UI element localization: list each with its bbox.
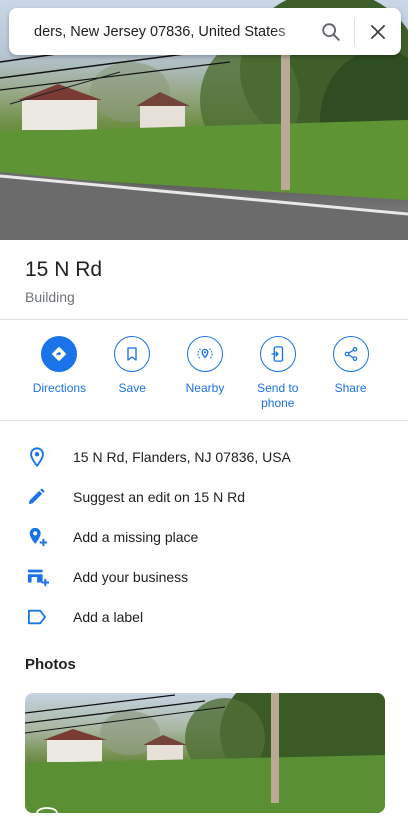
save-label: Save	[118, 381, 146, 395]
add-missing-place-row[interactable]: Add a missing place	[0, 517, 408, 557]
share-icon	[344, 347, 357, 361]
photo-thumbnail[interactable]	[25, 693, 385, 813]
divider	[0, 319, 408, 320]
label-icon	[28, 609, 46, 625]
divider	[0, 420, 408, 421]
add-business-row[interactable]: Add your business	[0, 557, 408, 597]
place-header: 15 N Rd Building	[25, 258, 102, 305]
street-view-photo	[25, 693, 385, 813]
close-icon	[371, 24, 385, 39]
add-missing-place-text: Add a missing place	[73, 529, 199, 545]
share-button[interactable]: Share	[314, 336, 387, 411]
address-text: 15 N Rd, Flanders, NJ 07836, USA	[73, 449, 291, 465]
send-to-phone-icon	[271, 346, 283, 362]
search-box: ders, New Jersey 07836, United States	[9, 8, 401, 55]
nearby-icon	[197, 348, 213, 360]
place-details-list: 15 N Rd, Flanders, NJ 07836, USA Suggest…	[0, 437, 408, 637]
photos-heading: Photos	[25, 656, 76, 673]
nearby-label: Nearby	[185, 381, 225, 395]
search-input[interactable]: ders, New Jersey 07836, United States	[9, 24, 308, 40]
send-to-phone-button[interactable]: Send to phone	[241, 336, 314, 411]
360-view-icon	[36, 807, 58, 813]
action-buttons: Directions Save Nearby Send to phone Sha…	[23, 336, 387, 411]
directions-button[interactable]: Directions	[23, 336, 96, 411]
nearby-button[interactable]: Nearby	[169, 336, 242, 411]
address-row[interactable]: 15 N Rd, Flanders, NJ 07836, USA	[0, 437, 408, 477]
suggest-edit-row[interactable]: Suggest an edit on 15 N Rd	[0, 477, 408, 517]
search-icon	[322, 22, 340, 41]
share-label: Share	[334, 381, 367, 395]
close-button[interactable]	[355, 8, 401, 55]
bookmark-icon	[127, 347, 137, 361]
add-place-icon	[29, 527, 48, 547]
add-label-row[interactable]: Add a label	[0, 597, 408, 637]
directions-label: Directions	[32, 381, 87, 395]
add-label-text: Add a label	[73, 609, 144, 625]
page-title: 15 N Rd	[25, 258, 103, 281]
place-category: Building	[25, 289, 75, 305]
suggest-edit-text: Suggest an edit on 15 N Rd	[73, 489, 246, 505]
add-business-text: Add your business	[73, 569, 189, 585]
search-button[interactable]	[308, 8, 354, 55]
directions-icon	[52, 347, 67, 361]
location-pin-icon	[30, 447, 44, 468]
pencil-icon	[28, 488, 45, 505]
add-business-icon	[27, 569, 49, 587]
send-to-phone-label: Send to phone	[257, 381, 299, 410]
save-button[interactable]: Save	[96, 336, 169, 411]
